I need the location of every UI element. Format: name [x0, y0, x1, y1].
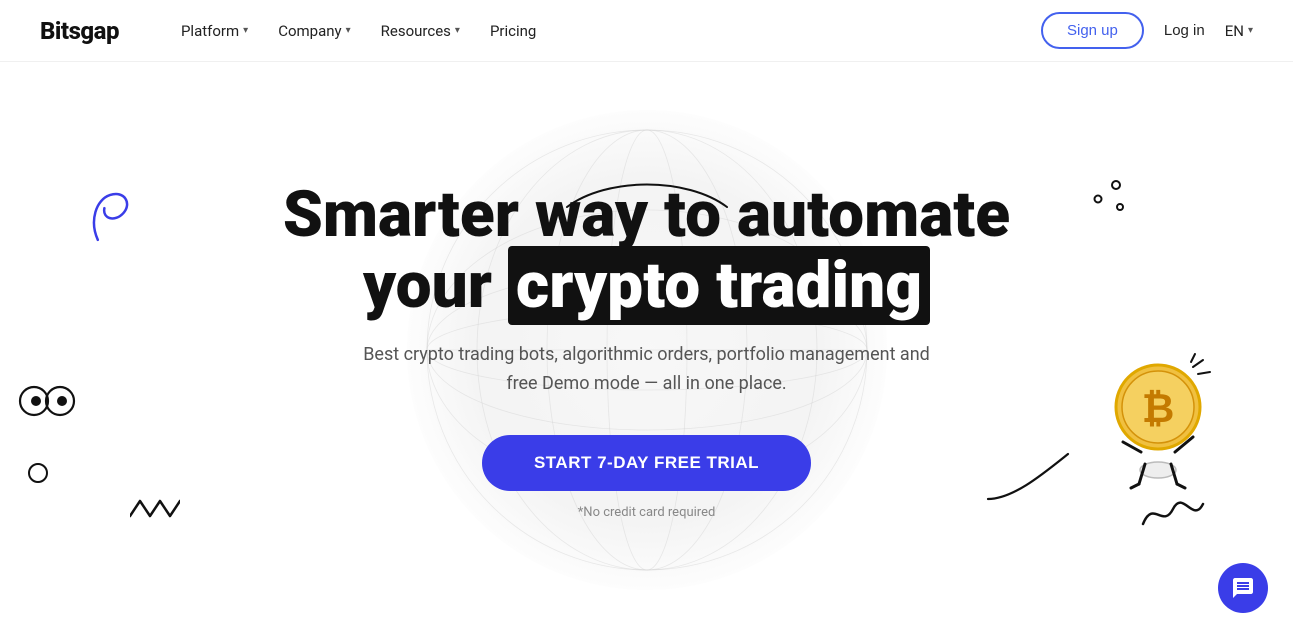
hero-title-line2: your crypto trading — [363, 246, 930, 325]
nav-links: Platform ▾ Company ▾ Resources ▾ Pricing — [169, 16, 1041, 46]
nav-platform[interactable]: Platform ▾ — [169, 16, 260, 46]
platform-chevron-icon: ▾ — [243, 25, 248, 36]
svg-text:₿: ₿ — [1142, 387, 1175, 431]
deco-dots — [1088, 177, 1128, 221]
deco-zigzag — [130, 496, 180, 528]
resources-chevron-icon: ▾ — [455, 25, 460, 36]
hero-content: Smarter way to automate your crypto trad… — [283, 180, 1010, 519]
signup-button[interactable]: Sign up — [1041, 12, 1144, 49]
hero-subtitle: Best crypto trading bots, algorithmic or… — [347, 341, 947, 399]
deco-eyes — [18, 382, 76, 424]
deco-wave — [1138, 489, 1213, 538]
navbar: Bitsgap Platform ▾ Company ▾ Resources ▾… — [0, 0, 1293, 62]
nav-resources[interactable]: Resources ▾ — [369, 16, 472, 46]
nav-company[interactable]: Company ▾ — [266, 16, 362, 46]
deco-circle-small — [28, 463, 48, 483]
nav-pricing[interactable]: Pricing — [478, 16, 548, 46]
deco-swirl — [79, 183, 145, 262]
hero-title: Smarter way to automate your crypto trad… — [283, 180, 1010, 321]
logo[interactable]: Bitsgap — [40, 17, 119, 45]
lang-chevron-icon: ▾ — [1248, 25, 1253, 36]
hero-section: ₿ Smarter way t — [0, 62, 1293, 638]
deco-bitcoin: ₿ — [1103, 352, 1213, 496]
no-card-note: *No credit card required — [283, 505, 1010, 520]
chat-bubble-button[interactable] — [1218, 563, 1268, 613]
nav-right: Sign up Log in EN ▾ — [1041, 12, 1253, 49]
login-button[interactable]: Log in — [1156, 14, 1213, 47]
language-selector[interactable]: EN ▾ — [1225, 22, 1253, 40]
company-chevron-icon: ▾ — [346, 25, 351, 36]
trial-button[interactable]: START 7-DAY FREE TRIAL — [482, 435, 811, 491]
cta-container: START 7-DAY FREE TRIAL — [283, 435, 1010, 505]
